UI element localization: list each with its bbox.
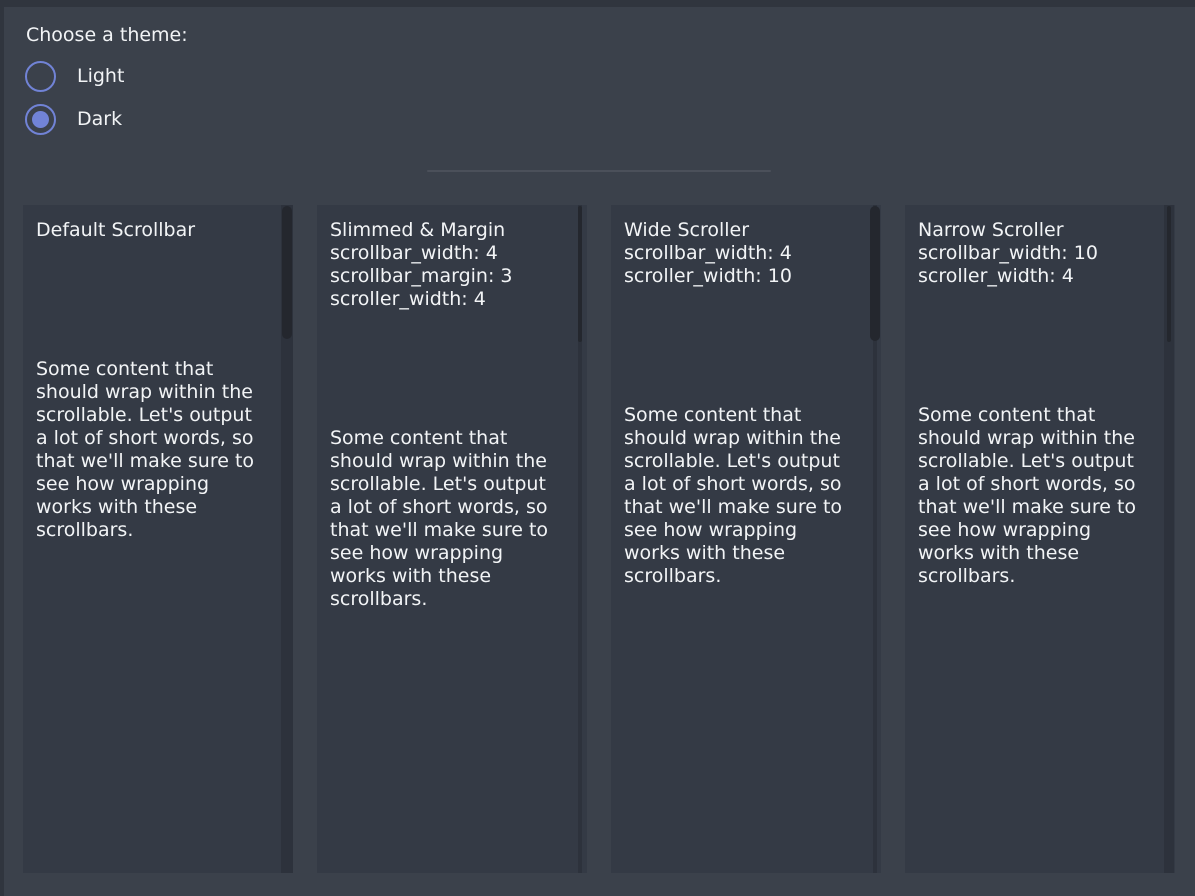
theme-chooser-label: Choose a theme: xyxy=(26,24,188,47)
scrollbar-thumb[interactable] xyxy=(870,206,880,341)
panel-title: Slimmed & Margin xyxy=(330,219,561,242)
panel-params: scrollbar_width: 4 scroller_width: 10 xyxy=(624,242,855,288)
scrollbar-thumb[interactable] xyxy=(578,206,582,342)
panel-body-text: Some content that should wrap within the… xyxy=(624,404,855,588)
window-edge-top xyxy=(0,0,1195,7)
panel-body-text: Some content that should wrap within the… xyxy=(918,404,1149,588)
radio-option-dark[interactable]: Dark xyxy=(25,103,122,135)
window-edge-left xyxy=(0,0,4,896)
radio-label-dark: Dark xyxy=(77,108,122,130)
radio-dot-icon xyxy=(32,68,49,85)
radio-dot-icon xyxy=(32,111,49,128)
panel-title: Narrow Scroller xyxy=(918,219,1149,242)
panel-body-text: Some content that should wrap within the… xyxy=(36,358,267,542)
panels-row: Default Scrollbar Some content that shou… xyxy=(23,205,1175,873)
radio-circle-icon xyxy=(25,61,56,92)
spacer xyxy=(918,288,1149,404)
spacer xyxy=(330,311,561,427)
panel-params: scrollbar_width: 4 scrollbar_margin: 3 s… xyxy=(330,242,561,311)
divider-rule xyxy=(427,170,771,172)
radio-circle-icon xyxy=(25,104,56,135)
scrollbar-thumb[interactable] xyxy=(1167,206,1171,342)
panel-slimmed-margin: Slimmed & Margin scrollbar_width: 4 scro… xyxy=(317,205,587,873)
panel-body-text: Some content that should wrap within the… xyxy=(330,427,561,611)
scrollbar-thumb[interactable] xyxy=(282,206,292,339)
scrollable-content[interactable]: Wide Scroller scrollbar_width: 4 scrolle… xyxy=(611,205,881,873)
radio-label-light: Light xyxy=(77,65,124,87)
scrollable-content[interactable]: Narrow Scroller scrollbar_width: 10 scro… xyxy=(905,205,1175,873)
spacer xyxy=(624,288,855,404)
panel-params: scrollbar_width: 10 scroller_width: 4 xyxy=(918,242,1149,288)
panel-title: Default Scrollbar xyxy=(36,219,267,242)
scrollable-content[interactable]: Slimmed & Margin scrollbar_width: 4 scro… xyxy=(317,205,587,873)
panel-narrow-scroller: Narrow Scroller scrollbar_width: 10 scro… xyxy=(905,205,1175,873)
radio-option-light[interactable]: Light xyxy=(25,60,124,92)
panel-default-scrollbar: Default Scrollbar Some content that shou… xyxy=(23,205,293,873)
spacer xyxy=(36,242,267,358)
scrollable-content[interactable]: Default Scrollbar Some content that shou… xyxy=(23,205,293,873)
panel-wide-scroller: Wide Scroller scrollbar_width: 4 scrolle… xyxy=(611,205,881,873)
panel-title: Wide Scroller xyxy=(624,219,855,242)
